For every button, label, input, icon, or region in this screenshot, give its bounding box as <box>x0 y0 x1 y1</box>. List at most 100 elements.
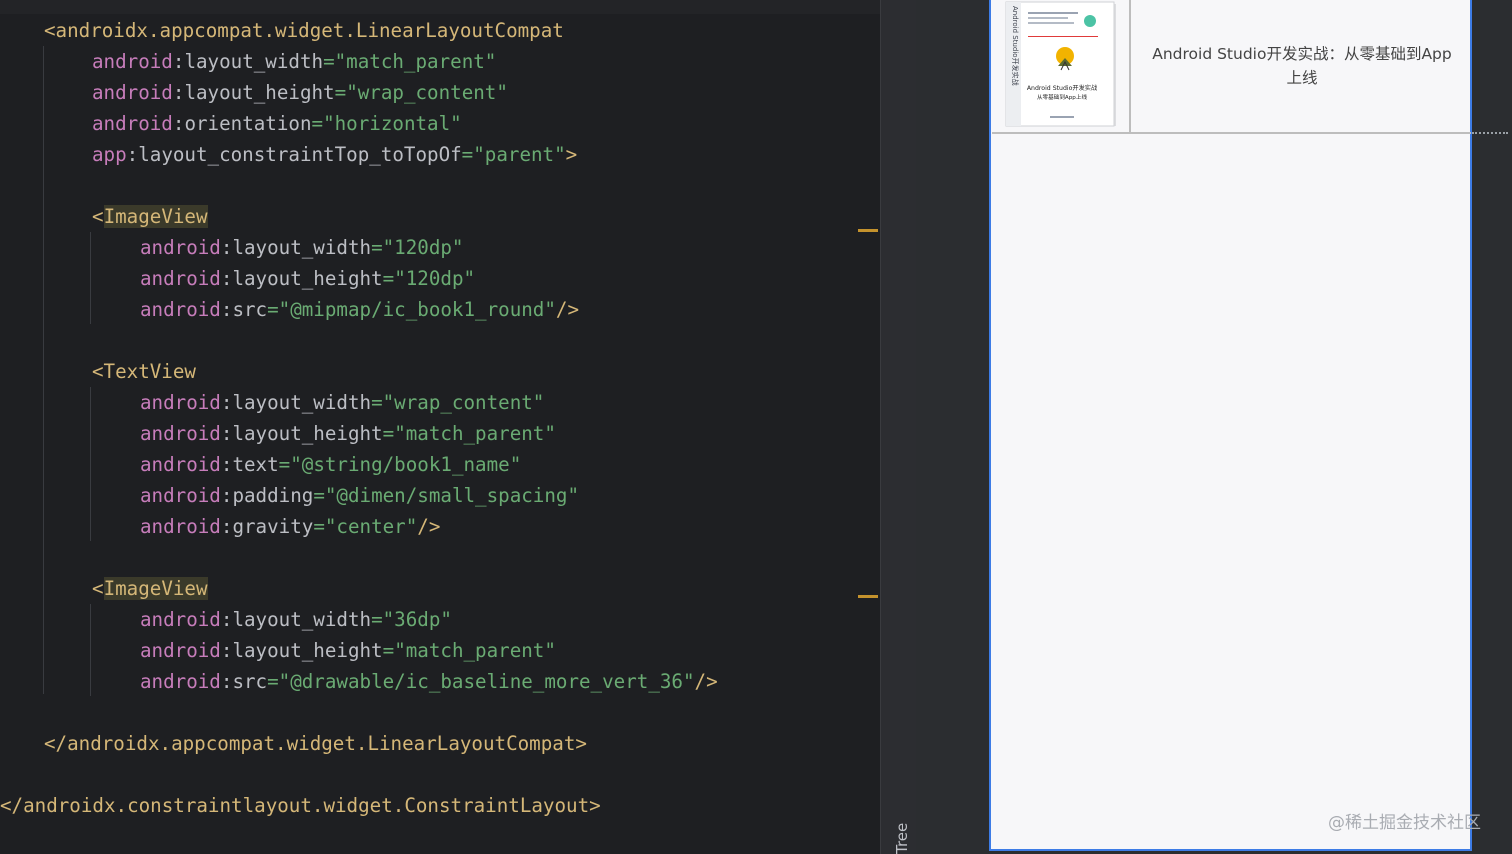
code-token: android <box>140 267 221 290</box>
code-line[interactable]: android:layout_height="match_parent" <box>0 635 880 666</box>
ide-window: <androidx.appcompat.widget.LinearLayoutC… <box>0 0 1512 854</box>
code-token: < <box>92 205 104 228</box>
code-token: "120dp" <box>382 236 464 259</box>
code-line[interactable]: </androidx.appcompat.widget.LinearLayout… <box>0 728 880 759</box>
code-line[interactable] <box>0 325 880 356</box>
code-line[interactable]: <ImageView <box>0 573 880 604</box>
book-cover-image: Android Studio开发实战 Android Studio开发实战 从零… <box>992 0 1131 132</box>
book-cover-icon: Android Studio开发实战 Android Studio开发实战 从零… <box>992 0 1129 132</box>
code-token: src <box>232 298 268 321</box>
code-line[interactable]: android:layout_width="120dp" <box>0 232 880 263</box>
code-token: = <box>278 453 291 476</box>
code-token: android <box>140 484 221 507</box>
code-token: : <box>220 670 233 693</box>
code-token: = <box>334 81 347 104</box>
code-token: = <box>311 112 324 135</box>
component-tree-tab[interactable]: Tree <box>893 823 911 854</box>
code-token: "@dimen/small_spacing" <box>324 484 580 507</box>
code-token: : <box>220 608 233 631</box>
code-line[interactable]: android:layout_height="wrap_content" <box>0 77 880 108</box>
code-line[interactable] <box>0 170 880 201</box>
code-token: src <box>232 670 268 693</box>
code-line[interactable]: </androidx.constraintlayout.widget.Const… <box>0 790 880 821</box>
code-token: "@mipmap/ic_book1_round" <box>278 298 556 321</box>
cover-spine-text: Android Studio开发实战 <box>1011 6 1020 86</box>
code-line[interactable]: android:layout_width="wrap_content" <box>0 387 880 418</box>
code-line[interactable]: <TextView <box>0 356 880 387</box>
device-preview[interactable]: Android Studio开发实战 Android Studio开发实战 从零… <box>989 0 1472 851</box>
code-token: android <box>140 236 221 259</box>
code-token: "wrap_content" <box>382 391 545 414</box>
code-line[interactable]: android:padding="@dimen/small_spacing" <box>0 480 880 511</box>
code-token: "120dp" <box>394 267 476 290</box>
code-line[interactable]: app:layout_constraintTop_toTopOf="parent… <box>0 139 880 170</box>
code-token: ImageView <box>103 205 208 228</box>
code-token: /> <box>417 515 441 538</box>
code-lines: <androidx.appcompat.widget.LinearLayoutC… <box>0 15 880 821</box>
code-token: "@drawable/ic_baseline_more_vert_36" <box>278 670 695 693</box>
book-list-item[interactable]: Android Studio开发实战 Android Studio开发实战 从零… <box>992 0 1471 134</box>
warning-marker[interactable] <box>858 595 878 598</box>
code-line[interactable]: android:src="@drawable/ic_baseline_more_… <box>0 666 880 697</box>
code-token: <androidx.appcompat.widget.LinearLayoutC… <box>44 19 564 42</box>
code-token: = <box>313 484 325 507</box>
code-token: "horizontal" <box>323 112 462 135</box>
code-token: "wrap_content" <box>346 81 508 104</box>
code-line[interactable] <box>0 759 880 790</box>
code-token: </androidx.appcompat.widget.LinearLayout… <box>44 732 587 755</box>
editor-top-strip <box>0 0 880 14</box>
code-line[interactable]: android:text="@string/book1_name" <box>0 449 880 480</box>
code-token: = <box>313 515 325 538</box>
code-token: : <box>126 143 139 166</box>
code-line[interactable]: android:layout_width="36dp" <box>0 604 880 635</box>
code-token: : <box>220 515 233 538</box>
code-token: = <box>382 639 395 662</box>
code-editor[interactable]: <androidx.appcompat.widget.LinearLayoutC… <box>0 0 880 854</box>
code-line[interactable]: android:gravity="center"/> <box>0 511 880 542</box>
code-token: app <box>92 143 127 166</box>
code-token: = <box>323 50 335 73</box>
code-line[interactable]: android:src="@mipmap/ic_book1_round"/> <box>0 294 880 325</box>
code-token: = <box>371 391 383 414</box>
code-token: = <box>382 422 395 445</box>
code-token: "@string/book1_name" <box>290 453 522 476</box>
book-title-text: Android Studio开发实战：从零基础到App上线 <box>1152 45 1452 87</box>
code-token: padding <box>232 484 314 507</box>
code-token: : <box>172 81 185 104</box>
code-token: android <box>140 298 221 321</box>
code-token: "36dp" <box>382 608 452 631</box>
code-token: layout_width <box>232 608 372 631</box>
code-line[interactable]: android:orientation="horizontal" <box>0 108 880 139</box>
code-line[interactable]: android:layout_width="match_parent" <box>0 46 880 77</box>
component-tree-strip[interactable] <box>880 0 916 854</box>
code-token: android <box>140 670 221 693</box>
code-token: </androidx.constraintlayout.widget.Const… <box>0 794 601 817</box>
code-token: "match_parent" <box>394 422 556 445</box>
code-token: text <box>232 453 279 476</box>
code-token: = <box>371 236 383 259</box>
code-line[interactable]: android:layout_height="match_parent" <box>0 418 880 449</box>
code-token: "center" <box>324 515 418 538</box>
code-token: < <box>92 577 104 600</box>
code-token: layout_height <box>232 267 383 290</box>
code-token: ImageView <box>103 577 208 600</box>
code-line[interactable]: <androidx.appcompat.widget.LinearLayoutC… <box>0 15 880 46</box>
code-token: = <box>382 267 395 290</box>
code-line[interactable] <box>0 697 880 728</box>
cover-title: Android Studio开发实战 <box>1027 84 1098 92</box>
code-line[interactable]: android:layout_height="120dp" <box>0 263 880 294</box>
code-token: = <box>371 608 383 631</box>
code-token: /> <box>555 298 580 321</box>
code-token: : <box>220 298 233 321</box>
code-line[interactable] <box>0 542 880 573</box>
code-token: android <box>92 112 173 135</box>
code-token: = <box>267 298 279 321</box>
warning-marker[interactable] <box>858 229 878 232</box>
code-token: : <box>220 422 233 445</box>
code-token: = <box>461 143 474 166</box>
code-token: : <box>220 267 233 290</box>
code-token: = <box>267 670 279 693</box>
code-token: "parent" <box>473 143 566 166</box>
code-token: /> <box>694 670 718 693</box>
code-line[interactable]: <ImageView <box>0 201 880 232</box>
